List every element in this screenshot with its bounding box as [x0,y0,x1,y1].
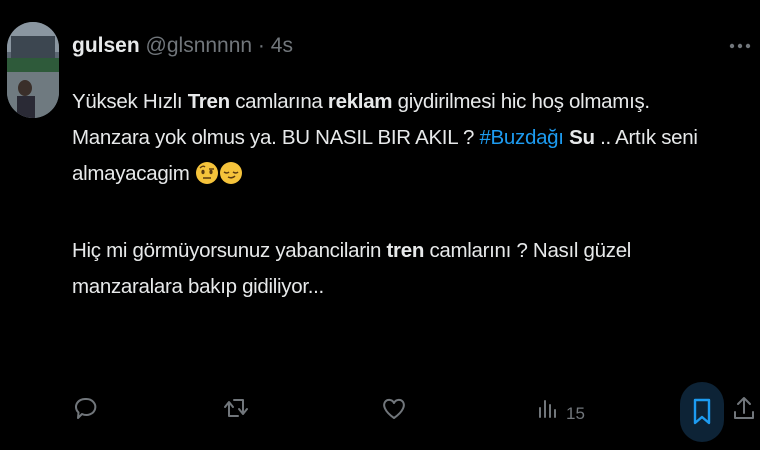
tweet-header: gulsen @glsnnnnn · 4s [72,34,293,58]
text-segment: almayacagim [72,162,190,185]
bookmark-button[interactable] [680,382,724,442]
author-name[interactable]: gulsen [72,34,140,57]
emoji-raised-eyebrow [195,161,219,197]
retweet-icon[interactable] [218,390,254,426]
views-icon[interactable] [530,390,566,426]
bold-text: Su [569,126,595,149]
tweet-line-3: almayacagim [72,156,742,197]
tweet-line-2: Manzara yok olmus ya. BU NASIL BIR AKIL … [72,120,742,156]
emoji-relieved-face [219,161,243,197]
views-count: 15 [566,404,585,423]
text-segment: giydirilmesi hic hoş olmamış. [392,90,650,113]
text-segment: camlarına [229,90,328,113]
tweet-time[interactable]: 4s [271,34,293,57]
text-segment: Hiç mi görmüyorsunuz yabancilarin [72,239,387,262]
text-segment: manzaralara bakıp gidiliyor... [72,275,324,298]
reply-icon[interactable] [68,390,104,426]
avatar-image [7,22,59,118]
bold-text: tren [386,239,425,262]
author-handle[interactable]: @glsnnnnn [146,34,253,57]
share-icon[interactable] [726,390,760,426]
text-segment: camlarını ? Nasıl güzel [424,239,632,262]
avatar[interactable] [7,22,59,118]
more-icon[interactable] [726,38,756,54]
like-icon[interactable] [376,390,412,426]
text-segment: .. Artık seni [594,126,698,149]
header-separator: · [252,34,271,57]
action-bar: 15 [0,382,760,446]
tweet-text: Yüksek Hızlı Tren camlarına reklam giydi… [72,84,742,305]
text-segment: Manzara yok olmus ya. BU NASIL BIR AKIL … [72,126,480,149]
hashtag-link[interactable]: #Buzdağı [479,126,564,149]
tweet-line-1: Yüksek Hızlı Tren camlarına reklam giydi… [72,84,742,120]
tweet-line-4: Hiç mi görmüyorsunuz yabancilarin tren c… [72,233,742,269]
bookmark-icon [693,398,711,425]
bold-text: Tren [187,90,230,113]
tweet-line-5: manzaralara bakıp gidiliyor... [72,269,742,305]
text-segment: Yüksek Hızlı [72,90,188,113]
bold-text: reklam [327,90,393,113]
